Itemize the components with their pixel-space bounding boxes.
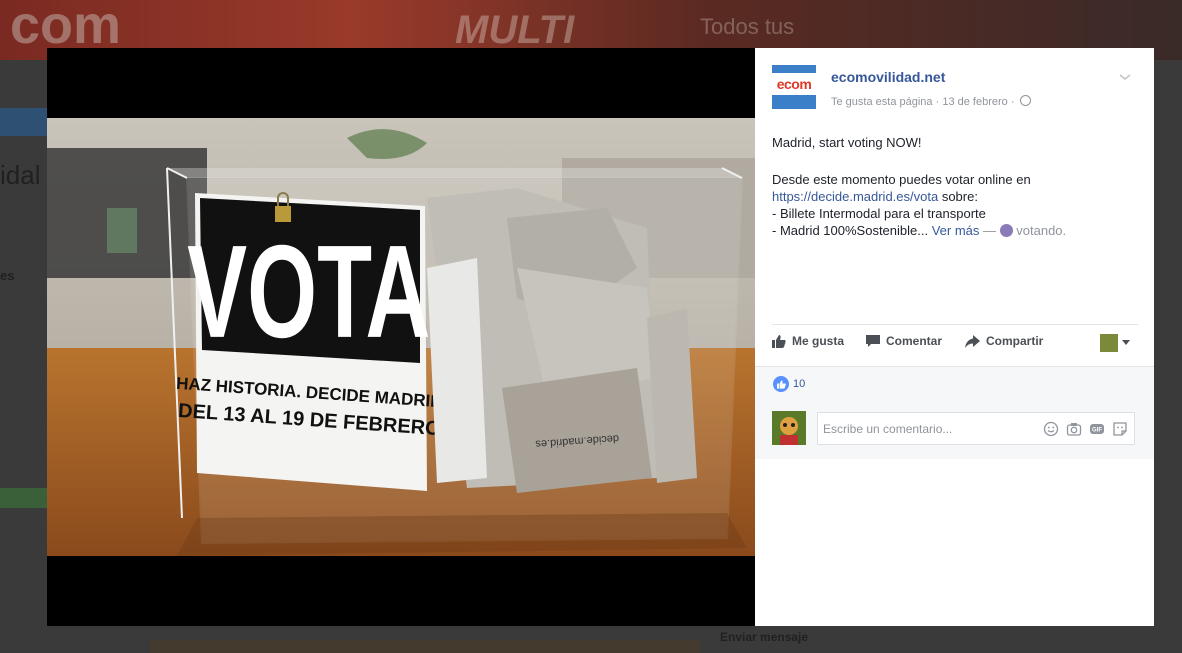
background-send-message: Enviar mensaje (720, 630, 809, 644)
avatar (1100, 334, 1118, 352)
caret-down-icon (1122, 340, 1130, 345)
gif-icon[interactable]: GIF (1089, 421, 1105, 437)
vote-link[interactable]: https://decide.madrid.es/vota (772, 189, 938, 204)
sticker-icon[interactable] (1112, 421, 1128, 437)
comment-icon (866, 334, 880, 347)
banner-text: Todos tus (700, 14, 795, 39)
background-nav-bar (0, 108, 48, 136)
post-line-2-suffix: sobre: (938, 189, 978, 204)
chevron-down-icon[interactable] (1118, 72, 1132, 82)
comments-area: 10 Escribe un comentario... GIF (755, 366, 1154, 459)
likes-count: 10 (793, 378, 806, 390)
share-label: Compartir (986, 334, 1044, 348)
page-liked-status[interactable]: Te gusta esta página (831, 96, 933, 108)
page-name-link[interactable]: ecomovilidad.net (831, 69, 945, 85)
commenter-avatar (772, 411, 806, 445)
post-bullet-2: - Madrid 100%Sostenible... (772, 223, 929, 238)
sign-vota-text: VOTA (187, 218, 430, 365)
post-paragraph: Desde este momento puedes votar online e… (772, 171, 1142, 239)
post-date[interactable]: 13 de febrero (942, 96, 1007, 108)
post-as-selector[interactable] (1100, 334, 1130, 352)
comment-label: Comentar (886, 334, 943, 348)
photo-viewer[interactable]: VOTA HAZ HISTORIA. DECIDE MADRID DEL 13 … (47, 48, 755, 626)
globe-icon (1019, 95, 1031, 106)
page-logo[interactable]: ecom (772, 65, 816, 109)
like-reaction-icon (773, 376, 789, 392)
divider (772, 324, 1138, 325)
comment-input[interactable] (818, 413, 1023, 444)
share-button[interactable]: Compartir (965, 334, 1043, 348)
emoji-icon[interactable] (1043, 421, 1059, 437)
post-bullet-1: - Billete Intermodal para el transporte (772, 206, 986, 221)
see-more-link[interactable]: Ver más (932, 223, 980, 238)
background-green-button (0, 488, 48, 508)
post-line-2: Desde este momento puedes votar online e… (772, 172, 1031, 187)
post-sidebar: ecom ecomovilidad.net Te gusta esta pági… (755, 48, 1154, 626)
share-arrow-icon (965, 334, 980, 348)
like-button[interactable]: Me gusta (772, 334, 844, 348)
comment-box: GIF (817, 412, 1135, 445)
banner-text: MULTI (455, 8, 575, 52)
camera-icon[interactable] (1066, 421, 1082, 437)
post-meta: Te gusta esta página · 13 de febrero · (831, 95, 1031, 108)
ballot-box-photo: VOTA HAZ HISTORIA. DECIDE MADRID DEL 13 … (47, 118, 755, 556)
feeling-dash: — (979, 223, 1000, 238)
reactions-summary[interactable]: 10 (773, 376, 805, 392)
feeling-icon (999, 224, 1013, 237)
background-title: idal (0, 160, 41, 190)
thumbs-up-icon (772, 334, 786, 348)
page-logo-text: ecom (776, 76, 812, 92)
comment-tools: GIF (1043, 421, 1128, 437)
background-label: es (0, 268, 15, 283)
feeling-text: votando. (1016, 223, 1067, 238)
post-line-1: Madrid, start voting NOW! (772, 135, 922, 150)
post-actions: Me gusta Comentar Compartir (772, 334, 1138, 354)
comment-button[interactable]: Comentar (866, 334, 942, 348)
post-text: Madrid, start voting NOW! Desde este mom… (772, 134, 1142, 239)
like-label: Me gusta (792, 334, 845, 348)
svg-text:GIF: GIF (1092, 428, 1102, 434)
background-strip (150, 640, 700, 653)
